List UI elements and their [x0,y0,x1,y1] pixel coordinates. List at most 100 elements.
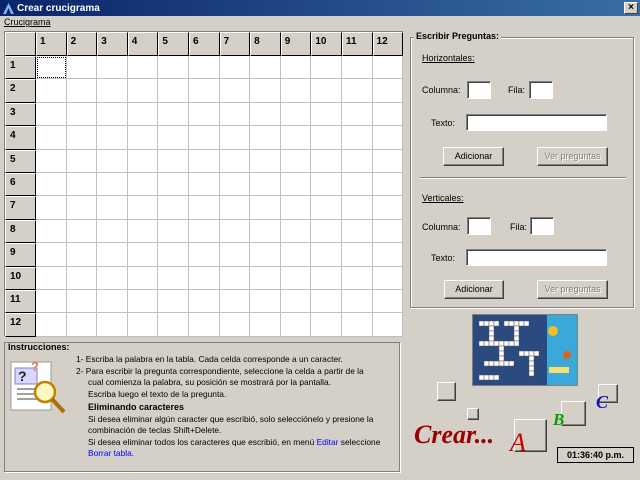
h-row-input[interactable] [529,81,553,99]
grid-cell[interactable] [311,266,342,290]
grid-cell[interactable] [158,149,189,173]
borrar-tabla-link[interactable]: Borrar tabla. [88,448,134,458]
grid-cell[interactable] [311,102,342,127]
grid-cell[interactable] [36,313,67,337]
grid-cell[interactable] [36,79,67,103]
grid-cell[interactable] [280,79,312,103]
grid-cell[interactable] [36,56,67,80]
grid-cell[interactable] [66,172,98,197]
grid-cell[interactable] [250,126,281,150]
grid-cell[interactable] [66,56,98,80]
grid-cell[interactable] [127,313,159,337]
grid-cell[interactable] [66,79,98,103]
grid-cell[interactable] [188,56,220,80]
grid-cell[interactable] [250,313,281,337]
grid-cell[interactable] [280,313,312,337]
grid-cell[interactable] [219,102,251,127]
crear-logo[interactable]: Crear... [414,420,494,450]
grid-cell[interactable] [127,102,159,127]
grid-cell[interactable] [341,56,373,80]
grid-cell[interactable] [127,219,159,244]
grid-cell[interactable] [280,289,312,314]
grid-cell[interactable] [341,289,373,314]
grid-cell[interactable] [250,79,281,103]
h-view-questions-button[interactable]: Ver preguntas [537,147,608,166]
close-button[interactable]: × [624,2,638,14]
grid-cell[interactable] [97,313,128,337]
grid-cell[interactable] [372,313,404,337]
grid-cell[interactable] [280,56,312,80]
grid-cell[interactable] [97,243,128,267]
grid-cell[interactable] [250,266,281,290]
grid-cell[interactable] [127,126,159,150]
grid-cell[interactable] [311,196,342,220]
grid-cell[interactable] [280,149,312,173]
grid-cell[interactable] [341,313,373,337]
v-column-input[interactable] [467,217,491,235]
grid-cell[interactable] [372,289,404,314]
grid-cell[interactable] [158,219,189,244]
grid-cell[interactable] [341,196,373,220]
grid-cell[interactable] [127,266,159,290]
grid-cell[interactable] [219,196,251,220]
grid-cell[interactable] [158,79,189,103]
grid-cell[interactable] [311,56,342,80]
grid-cell[interactable] [341,126,373,150]
grid-cell[interactable] [97,266,128,290]
grid-cell[interactable] [341,266,373,290]
grid-cell[interactable] [188,219,220,244]
menu-crucigrama[interactable]: Crucigrama [4,17,51,27]
grid-cell[interactable] [372,243,404,267]
grid-cell[interactable] [250,56,281,80]
grid-cell[interactable] [36,196,67,220]
grid-cell[interactable] [372,266,404,290]
grid-cell[interactable] [158,289,189,314]
grid-cell[interactable] [188,102,220,127]
grid-cell[interactable] [219,149,251,173]
grid-cell[interactable] [372,219,404,244]
grid-cell[interactable] [127,56,159,80]
grid-cell[interactable] [66,126,98,150]
grid-cell[interactable] [127,149,159,173]
grid-cell[interactable] [372,79,404,103]
grid-cell[interactable] [280,243,312,267]
grid-cell[interactable] [250,172,281,197]
grid-cell[interactable] [280,126,312,150]
grid-cell[interactable] [250,102,281,127]
grid-cell[interactable] [188,313,220,337]
grid-cell[interactable] [219,289,251,314]
grid-cell[interactable] [311,313,342,337]
grid-cell[interactable] [372,102,404,127]
grid-cell[interactable] [341,79,373,103]
grid-cell[interactable] [127,172,159,197]
grid-cell[interactable] [66,313,98,337]
grid-cell[interactable] [66,219,98,244]
grid-cell[interactable] [311,243,342,267]
grid-cell[interactable] [97,102,128,127]
grid-cell[interactable] [66,149,98,173]
grid-cell[interactable] [36,102,67,127]
grid-cell[interactable] [158,56,189,80]
crossword-grid[interactable]: 1 2 3 4 5 6 7 8 9 10 11 12 1 2 3 4 5 6 7 8 9 10 11 12 [4,31,404,337]
grid-cell[interactable] [188,289,220,314]
grid-cell[interactable] [36,266,67,290]
grid-cell[interactable] [127,289,159,314]
grid-cell[interactable] [311,126,342,150]
grid-cell[interactable] [372,149,404,173]
grid-cell[interactable] [36,149,67,173]
grid-cell[interactable] [97,219,128,244]
grid-cell[interactable] [158,196,189,220]
grid-cell[interactable] [341,102,373,127]
grid-cell[interactable] [341,219,373,244]
grid-cell[interactable] [66,102,98,127]
grid-cell[interactable] [97,196,128,220]
grid-cell[interactable] [158,243,189,267]
grid-cell[interactable] [250,289,281,314]
grid-cell[interactable] [127,79,159,103]
grid-cell[interactable] [219,172,251,197]
grid-cell[interactable] [372,196,404,220]
grid-cell[interactable] [280,219,312,244]
grid-cell[interactable] [97,149,128,173]
grid-cell[interactable] [372,56,404,80]
grid-cell[interactable] [66,289,98,314]
